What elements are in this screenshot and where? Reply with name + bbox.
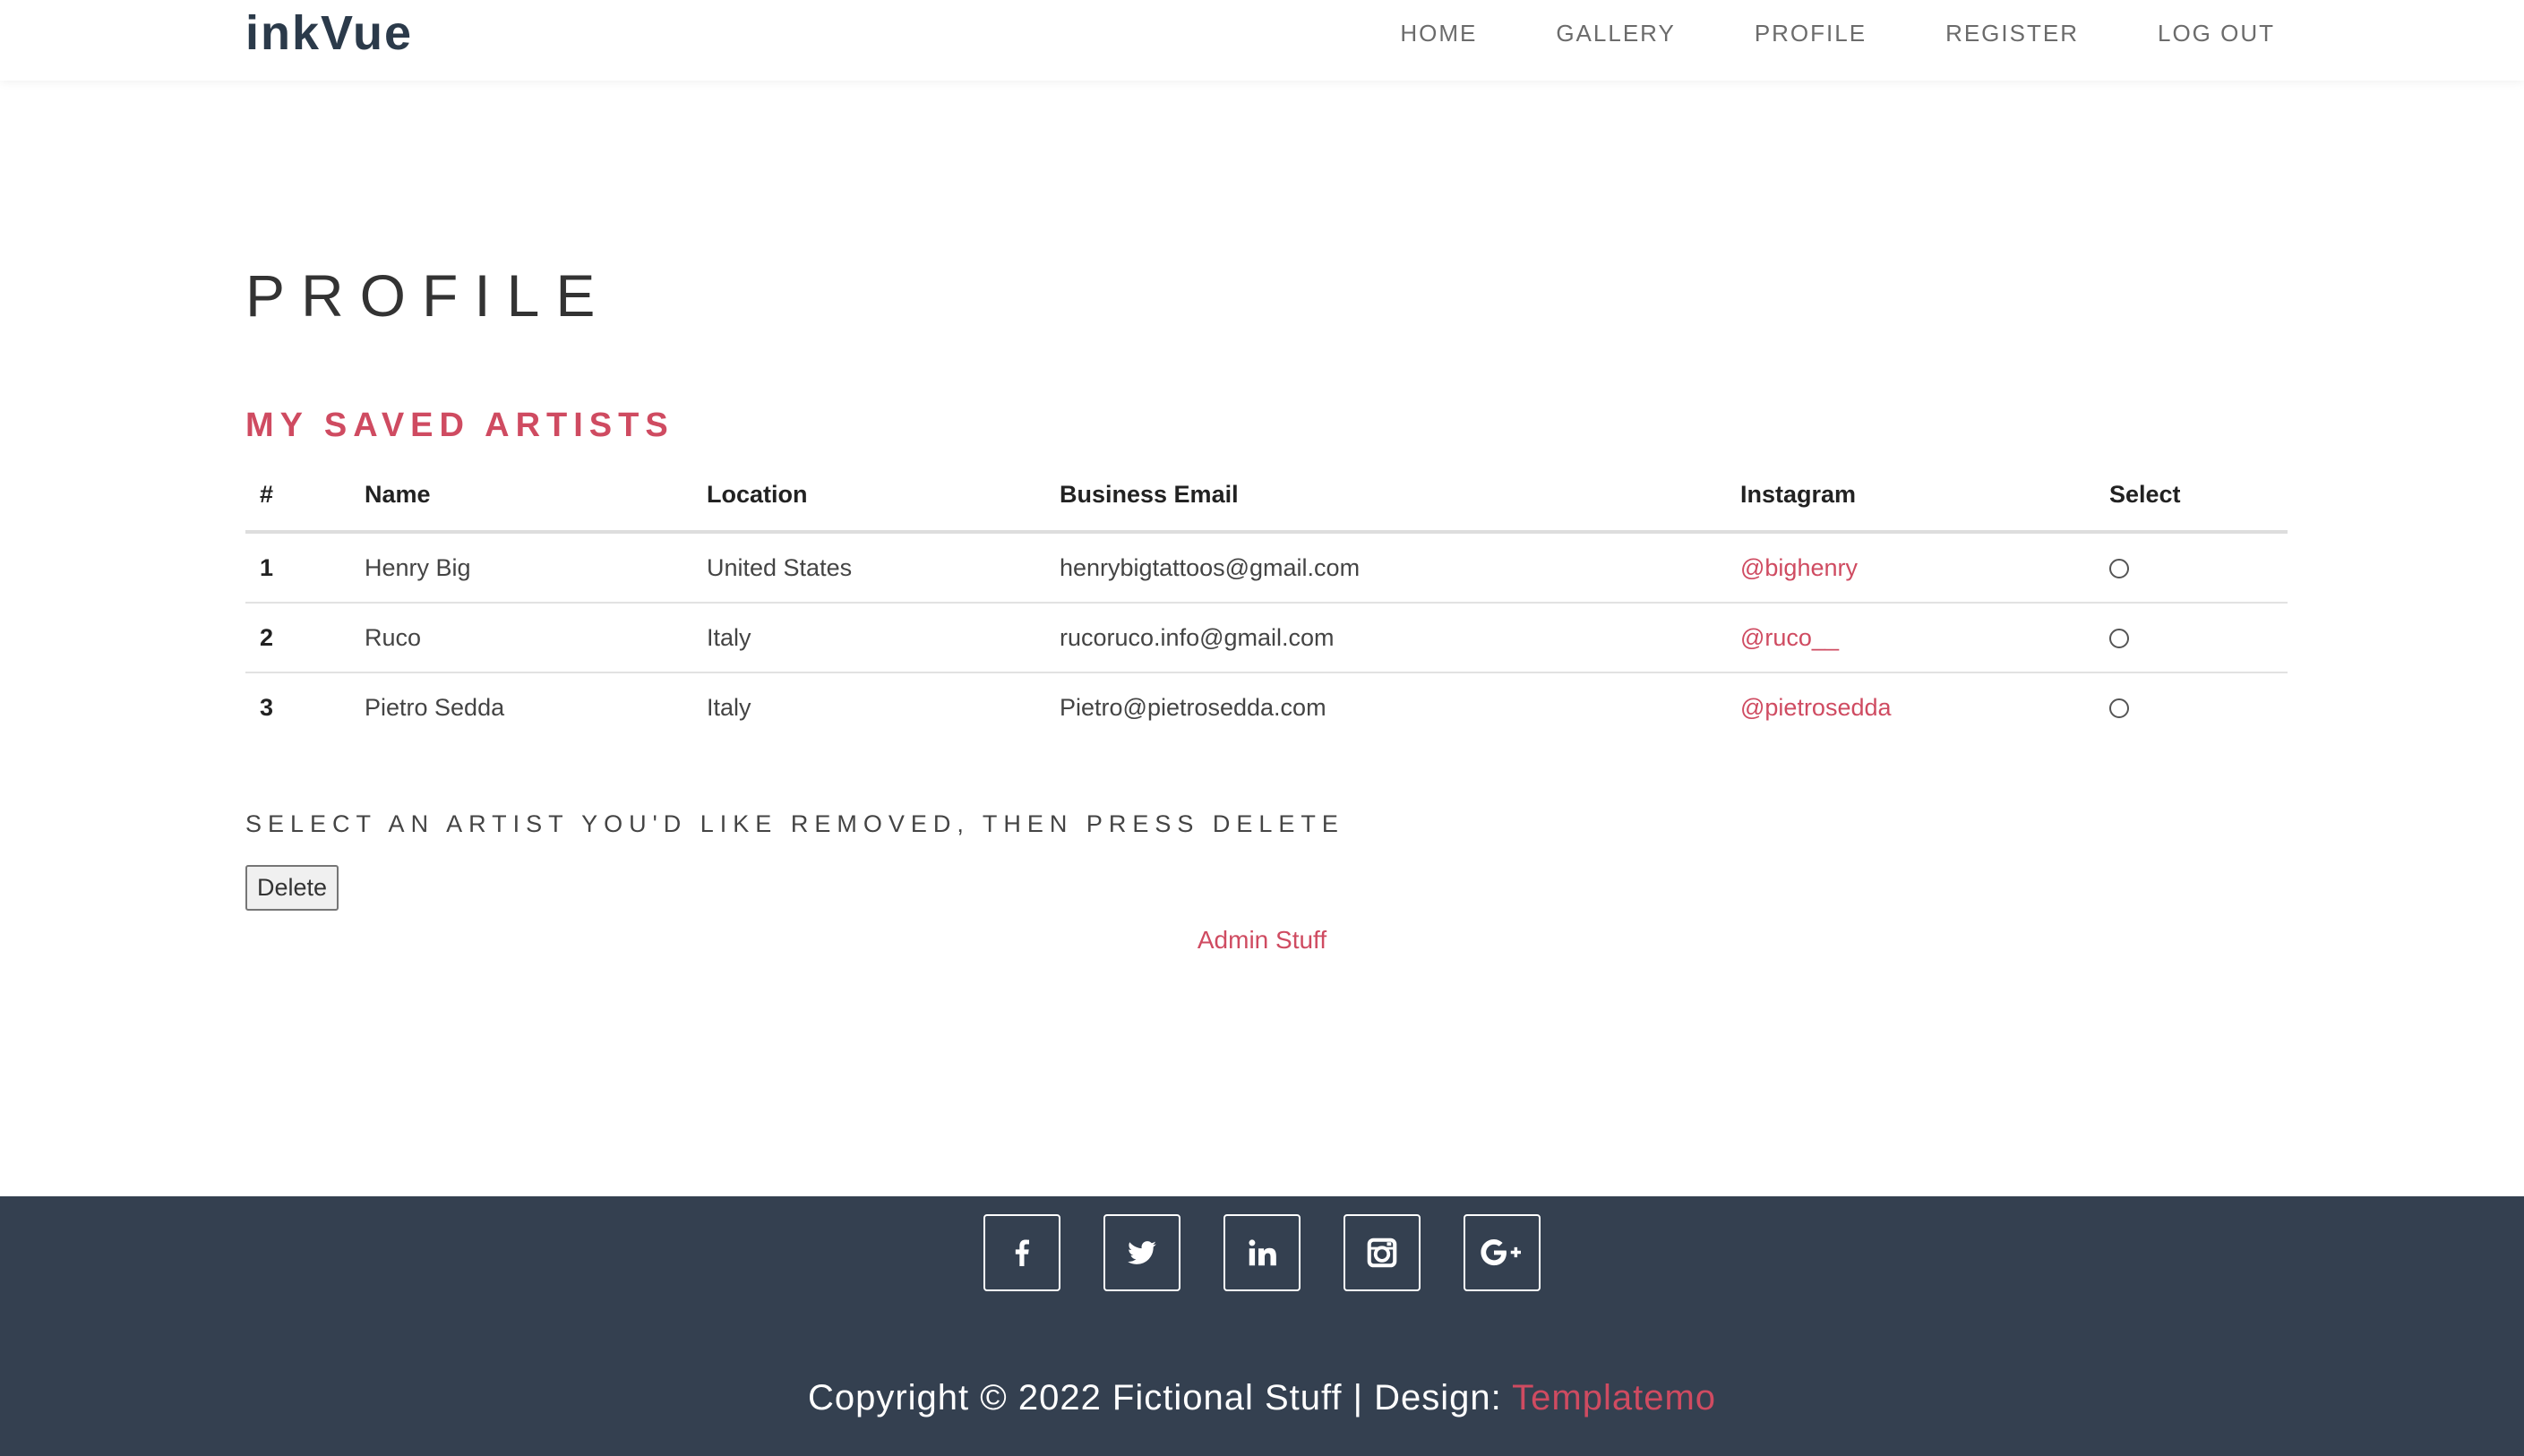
nav-link-home[interactable]: HOME: [1400, 20, 1477, 47]
brand-logo[interactable]: inkVue: [245, 0, 413, 66]
facebook-icon: [1015, 1239, 1029, 1266]
instagram-button[interactable]: [1344, 1214, 1421, 1291]
cell-select: [2095, 532, 2288, 604]
admin-link-wrapper: Admin Stuff: [0, 922, 2524, 958]
cell-number: 3: [260, 693, 274, 721]
table-header-row: # Name Location Business Email Instagram…: [245, 458, 2288, 534]
nav-link-gallery[interactable]: GALLERY: [1556, 20, 1675, 47]
header-select: Select: [2095, 458, 2288, 534]
cell-email: henrybigtattoos@gmail.com: [1045, 532, 1726, 604]
header-number: #: [245, 458, 350, 534]
cell-location: United States: [692, 532, 1045, 604]
cell-name: Henry Big: [350, 532, 692, 604]
social-links: [0, 1214, 2524, 1291]
cell-instagram: @ruco__: [1726, 603, 2095, 673]
table-row: 1 Henry Big United States henrybigtattoo…: [245, 532, 2288, 604]
google-plus-button[interactable]: [1464, 1214, 1541, 1291]
table-row: 3 Pietro Sedda Italy Pietro@pietrosedda.…: [245, 672, 2288, 741]
nav-menu: HOME GALLERY PROFILE REGISTER LOG OUT: [1321, 0, 2275, 66]
cell-email: rucoruco.info@gmail.com: [1045, 603, 1726, 673]
nav-link-logout[interactable]: LOG OUT: [2158, 20, 2275, 47]
nav-link-register[interactable]: REGISTER: [1945, 20, 2079, 47]
linkedin-button[interactable]: [1223, 1214, 1301, 1291]
header-name: Name: [350, 458, 692, 534]
twitter-button[interactable]: [1103, 1214, 1180, 1291]
delete-instruction: SELECT AN ARTIST YOU'D LIKE REMOVED, THE…: [245, 810, 1344, 837]
facebook-button[interactable]: [983, 1214, 1060, 1291]
table-row: 2 Ruco Italy rucoruco.info@gmail.com @ru…: [245, 603, 2288, 673]
select-radio[interactable]: [2109, 629, 2129, 649]
copyright-text: Copyright © 2022 Fictional Stuff | Desig…: [0, 1375, 2524, 1420]
footer: Copyright © 2022 Fictional Stuff | Desig…: [0, 1196, 2524, 1456]
instagram-link[interactable]: @ruco__: [1740, 624, 1839, 651]
saved-artists-table: # Name Location Business Email Instagram…: [245, 458, 2288, 741]
cell-instagram: @pietrosedda: [1726, 672, 2095, 741]
cell-select: [2095, 603, 2288, 673]
cell-instagram: @bighenry: [1726, 532, 2095, 604]
cell-number: 2: [245, 603, 350, 673]
header-business-email: Business Email: [1045, 458, 1726, 534]
instagram-link[interactable]: @pietrosedda: [1740, 694, 1892, 721]
cell-location: Italy: [692, 603, 1045, 673]
select-radio[interactable]: [2109, 559, 2129, 579]
twitter-icon: [1128, 1241, 1156, 1264]
cell-name: Pietro Sedda: [365, 693, 505, 721]
select-radio[interactable]: [2109, 698, 2129, 719]
cell-select: [2095, 672, 2288, 741]
delete-button[interactable]: Delete: [245, 865, 339, 911]
instagram-icon: [1367, 1238, 1397, 1268]
page-title: PROFILE: [245, 262, 612, 329]
admin-stuff-link[interactable]: Admin Stuff: [1198, 926, 1326, 954]
cell-name: Ruco: [350, 603, 692, 673]
google-plus-icon: [1481, 1239, 1521, 1266]
cell-email: Pietro@pietrosedda.com: [1060, 693, 1326, 721]
nav-link-profile[interactable]: PROFILE: [1755, 20, 1867, 47]
section-title-saved-artists: MY SAVED ARTISTS: [245, 407, 674, 444]
cell-location: Italy: [707, 693, 751, 721]
cell-number: 1: [245, 532, 350, 604]
linkedin-icon: [1249, 1239, 1276, 1266]
header-location: Location: [692, 458, 1045, 534]
templatemo-link[interactable]: Templatemo: [1512, 1378, 1716, 1417]
header-instagram: Instagram: [1726, 458, 2095, 534]
instagram-link[interactable]: @bighenry: [1740, 554, 1858, 581]
top-navbar: inkVue HOME GALLERY PROFILE REGISTER LOG…: [0, 0, 2524, 81]
copyright-prefix: Copyright © 2022 Fictional Stuff | Desig…: [807, 1378, 1513, 1417]
